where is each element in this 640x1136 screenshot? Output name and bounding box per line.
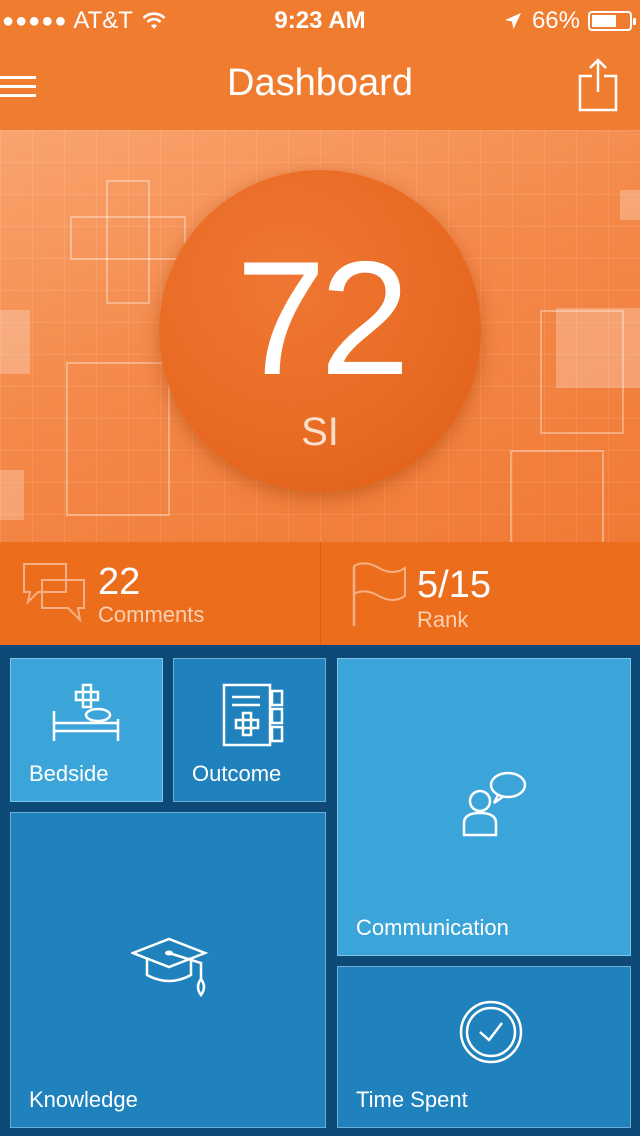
rank-label: Rank xyxy=(417,607,469,632)
battery-level xyxy=(592,15,616,27)
block-decoration xyxy=(620,190,640,220)
comments-count: 22 xyxy=(98,561,141,603)
share-icon[interactable] xyxy=(578,58,618,112)
battery-percent: 66% xyxy=(531,7,580,34)
rank-value: 5/15 xyxy=(417,564,491,606)
flag-icon xyxy=(352,562,406,626)
tile-label: Communication xyxy=(356,915,509,940)
tile-outcome[interactable]: Outcome xyxy=(173,658,326,802)
stats-strip: 22 Comments 5/15 Rank xyxy=(0,542,640,645)
block-decoration xyxy=(0,310,30,374)
battery-icon xyxy=(588,11,636,31)
tile-label: Outcome xyxy=(192,761,282,786)
block-decoration xyxy=(556,308,640,388)
score-value: 72 xyxy=(235,228,410,409)
comments-stat[interactable]: 22 Comments xyxy=(0,542,320,645)
page-title: Dashboard xyxy=(227,62,413,104)
grid-decoration xyxy=(510,450,604,542)
location-arrow-icon xyxy=(504,13,521,29)
tile-bedside[interactable]: Bedside xyxy=(10,658,163,802)
navigation-bar: Dashboard xyxy=(0,40,640,130)
status-bar: ●●●●● AT&T 9:23 AM 66% xyxy=(0,0,640,40)
category-grid: Bedside Outcome Communication Knowledge … xyxy=(0,645,640,1136)
comments-label: Comments xyxy=(98,602,205,627)
score-circle: 72 SI xyxy=(159,170,481,492)
block-decoration xyxy=(0,470,24,520)
score-hero: 72 SI xyxy=(0,130,640,542)
tile-knowledge[interactable]: Knowledge xyxy=(10,812,326,1128)
rank-stat[interactable]: 5/15 Rank xyxy=(320,542,640,645)
clock-icon xyxy=(459,1000,523,1064)
chat-bubbles-icon xyxy=(23,563,85,623)
tile-label: Bedside xyxy=(29,761,109,786)
tile-communication[interactable]: Communication xyxy=(337,658,631,956)
score-unit: SI xyxy=(301,410,339,454)
tile-label: Time Spent xyxy=(356,1087,468,1112)
hospital-bed-icon xyxy=(52,683,120,741)
medical-chart-icon xyxy=(222,683,284,747)
tile-time-spent[interactable]: Time Spent xyxy=(337,966,631,1128)
person-speech-icon xyxy=(462,771,527,837)
graduation-cap-icon xyxy=(131,937,209,998)
status-right: 66% xyxy=(504,7,636,35)
grid-decoration xyxy=(66,362,170,516)
tile-label: Knowledge xyxy=(29,1087,138,1112)
